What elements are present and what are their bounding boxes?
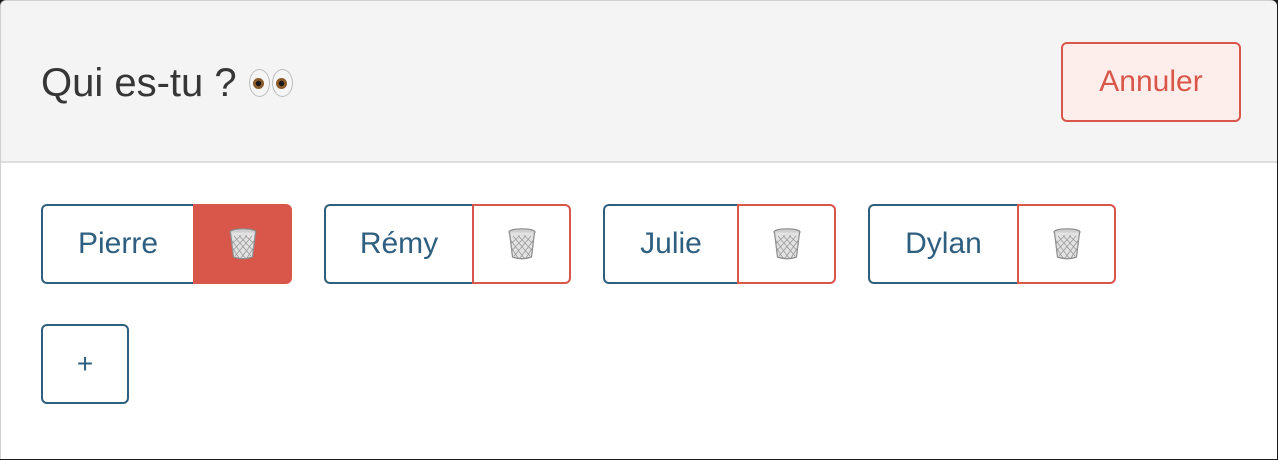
user-delete-button[interactable] xyxy=(1017,204,1116,284)
user-delete-button[interactable] xyxy=(472,204,571,284)
wastebasket-icon xyxy=(1052,228,1081,260)
user-select-button[interactable]: Dylan xyxy=(868,204,1017,284)
user-delete-button[interactable] xyxy=(193,204,292,284)
wastebasket-icon xyxy=(228,228,257,260)
user-select-button[interactable]: Julie xyxy=(603,204,737,284)
modal-title: Qui es-tu ? xyxy=(41,53,293,113)
user-select-button[interactable]: Rémy xyxy=(324,204,472,284)
user-select-button[interactable]: Pierre xyxy=(41,204,193,284)
user-item-pierre: Pierre xyxy=(41,204,292,284)
user-delete-button[interactable] xyxy=(737,204,836,284)
wastebasket-icon xyxy=(772,228,801,260)
eye-right xyxy=(271,69,293,97)
user-item-dylan: Dylan xyxy=(868,204,1116,284)
cancel-button[interactable]: Annuler xyxy=(1061,42,1241,122)
user-item-remy: Rémy xyxy=(324,204,571,284)
eye-left xyxy=(248,69,270,97)
user-item-julie: Julie xyxy=(603,204,836,284)
wastebasket-icon xyxy=(507,228,536,260)
user-select-modal: Qui es-tu ? Annuler Pierre Rémy Julie Dy… xyxy=(0,0,1277,459)
eyes-icon xyxy=(248,69,293,97)
add-user-button[interactable]: + xyxy=(41,324,129,404)
modal-title-text: Qui es-tu ? xyxy=(41,61,237,105)
modal-header: Qui es-tu ? Annuler xyxy=(1,1,1277,163)
